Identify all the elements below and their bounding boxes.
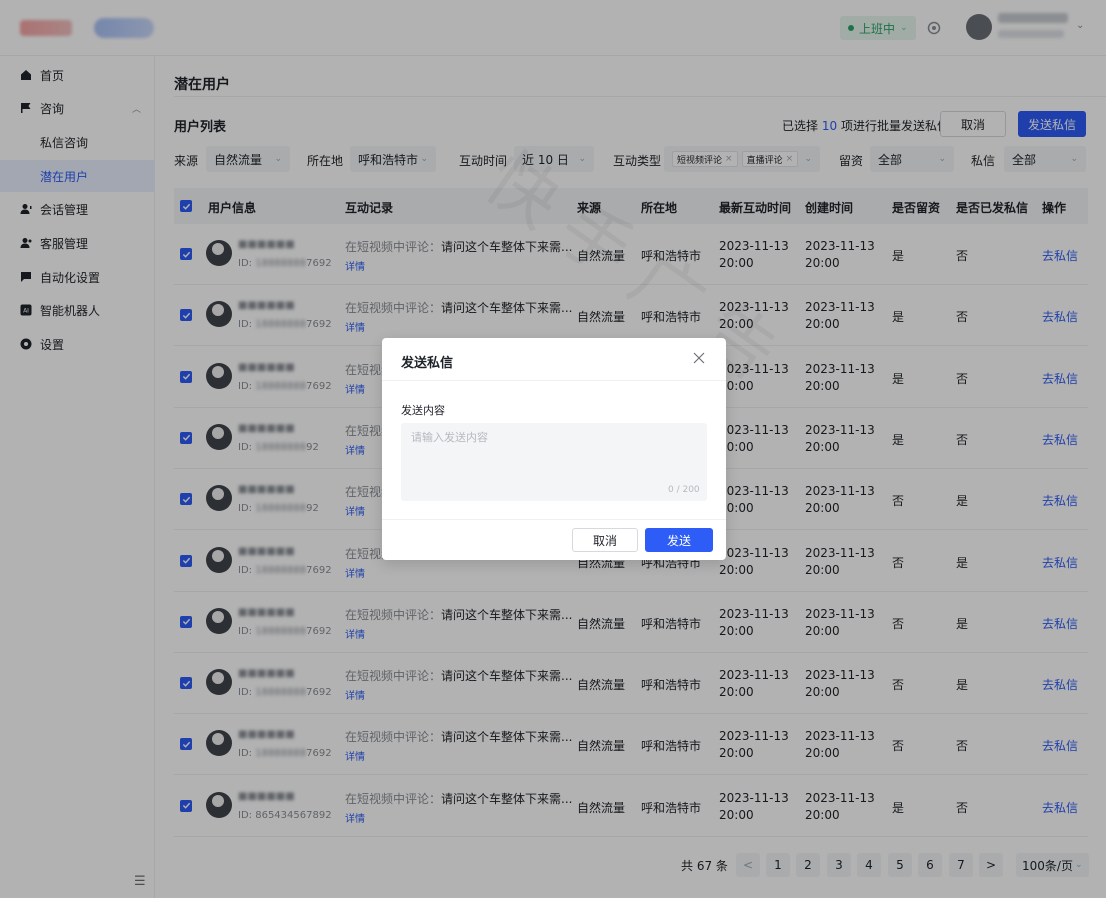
divider — [382, 380, 726, 381]
character-counter: 0 / 200 — [668, 485, 700, 495]
close-icon[interactable] — [692, 351, 706, 365]
content-field-label: 发送内容 — [401, 404, 445, 417]
message-content-input[interactable] — [401, 423, 707, 501]
dialog-title: 发送私信 — [401, 356, 454, 371]
app-root: 上班中 ⌄ ⌄ 首页 咨询 ︿ 私信咨询 潜在用户 会话管理 客服管理 自动化设… — [0, 0, 1106, 898]
dialog-cancel-button[interactable]: 取消 — [572, 528, 638, 552]
send-dm-dialog: 发送私信 发送内容 0 / 200 取消 发送 — [382, 338, 726, 560]
divider — [382, 519, 726, 520]
dialog-send-button[interactable]: 发送 — [645, 528, 713, 552]
